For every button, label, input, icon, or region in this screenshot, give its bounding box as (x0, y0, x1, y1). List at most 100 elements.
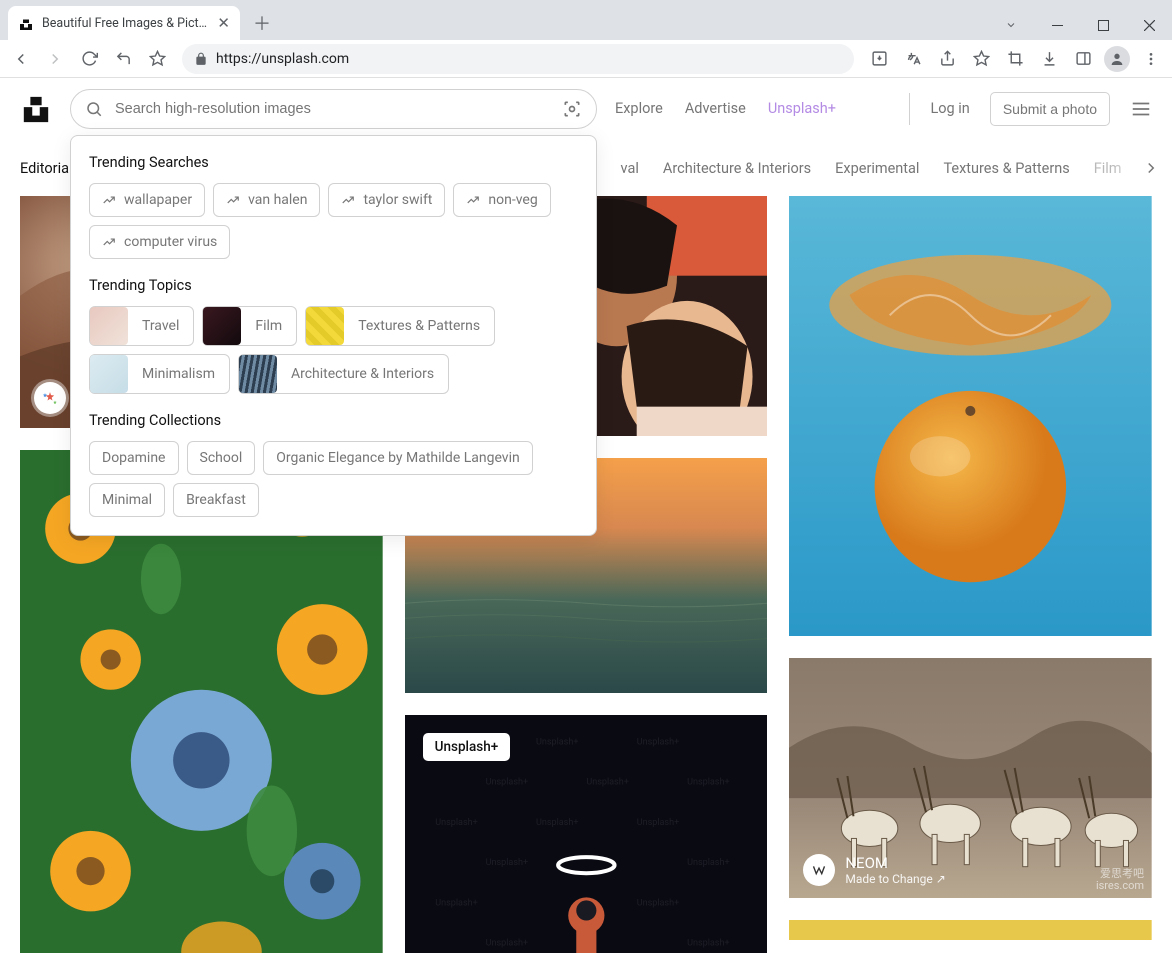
hamburger-menu-icon[interactable] (1130, 98, 1152, 120)
trending-searches-section: Trending Searches wallapaper van halen t… (89, 154, 578, 259)
trending-searches-chips: wallapaper van halen taylor swift non-ve… (89, 183, 578, 259)
svg-text:Unsplash+: Unsplash+ (687, 858, 730, 868)
login-link[interactable]: Log in (930, 100, 969, 117)
browser-tab[interactable]: Beautiful Free Images & Pictur ✕ (8, 6, 240, 40)
bookmark-star-button[interactable] (142, 44, 172, 74)
nav-advertise[interactable]: Advertise (685, 100, 746, 117)
url-text: https://unsplash.com (216, 51, 349, 67)
svg-text:Unsplash+: Unsplash+ (536, 818, 579, 828)
attribution: NEOM Made to Change ↗ (803, 854, 945, 886)
unsplash-logo-icon[interactable] (20, 93, 52, 125)
chip-travel[interactable]: Travel (89, 306, 194, 346)
svg-text:Unsplash+: Unsplash+ (485, 858, 528, 868)
install-app-icon[interactable] (864, 44, 894, 74)
search-input[interactable] (115, 101, 550, 117)
tile-oryx[interactable]: NEOM Made to Change ↗ 爱思考吧 isres.com (789, 658, 1152, 898)
chip-textures[interactable]: Textures & Patterns (305, 306, 495, 346)
minimize-button[interactable] (1034, 10, 1080, 40)
svg-text:Unsplash+: Unsplash+ (636, 737, 679, 747)
svg-text:Unsplash+: Unsplash+ (586, 778, 629, 788)
chip-minimal[interactable]: Minimal (89, 483, 165, 517)
page-content: Trending Searches wallapaper van halen t… (0, 78, 1172, 953)
plus-badge-icon (34, 382, 66, 414)
svg-text:Unsplash+: Unsplash+ (687, 939, 730, 949)
star-icon[interactable] (966, 44, 996, 74)
plus-overlay-badge: Unsplash+ (423, 733, 511, 761)
topics-scroll-right-button[interactable] (1112, 140, 1172, 196)
chip-breakfast[interactable]: Breakfast (173, 483, 259, 517)
topic-textures[interactable]: Textures & Patterns (943, 160, 1069, 177)
tab-close-icon[interactable]: ✕ (217, 16, 230, 31)
nav-unsplash-plus[interactable]: Unsplash+ (768, 100, 836, 117)
svg-text:Unsplash+: Unsplash+ (536, 737, 579, 747)
submit-photo-button[interactable]: Submit a photo (990, 92, 1110, 126)
attrib-title: NEOM (845, 854, 945, 872)
topic-editorial[interactable]: Editorial (20, 160, 73, 177)
header-nav: Explore Advertise Unsplash+ (615, 100, 836, 117)
trending-topics-title: Trending Topics (89, 277, 578, 294)
svg-text:Unsplash+: Unsplash+ (636, 898, 679, 908)
download-icon[interactable] (1034, 44, 1064, 74)
back-button[interactable] (6, 44, 36, 74)
svg-text:Unsplash+: Unsplash+ (435, 898, 478, 908)
header-right: Log in Submit a photo (909, 92, 1152, 126)
chip-architecture[interactable]: Architecture & Interiors (238, 354, 449, 394)
chip-wallapaper[interactable]: wallapaper (89, 183, 205, 217)
visual-search-icon[interactable] (562, 99, 582, 119)
gallery-col-3: NEOM Made to Change ↗ 爱思考吧 isres.com (789, 196, 1152, 953)
trending-collections-title: Trending Collections (89, 412, 578, 429)
neom-avatar-icon (803, 854, 835, 886)
search-container: Trending Searches wallapaper van halen t… (70, 89, 597, 129)
topic-partial[interactable]: val (621, 160, 639, 177)
chip-organic-elegance[interactable]: Organic Elegance by Mathilde Langevin (263, 441, 533, 475)
topic-architecture[interactable]: Architecture & Interiors (663, 160, 811, 177)
site-header: Trending Searches wallapaper van halen t… (0, 78, 1172, 140)
search-box[interactable] (70, 89, 597, 129)
unsplash-favicon-icon (18, 15, 34, 31)
chip-school[interactable]: School (187, 441, 256, 475)
tile-orange[interactable] (789, 196, 1152, 636)
svg-text:Unsplash+: Unsplash+ (687, 778, 730, 788)
kebab-menu-icon[interactable] (1136, 44, 1166, 74)
nav-explore[interactable]: Explore (615, 100, 663, 117)
chevron-down-icon[interactable] (988, 10, 1034, 40)
chip-van-halen[interactable]: van halen (213, 183, 320, 217)
profile-button[interactable] (1102, 44, 1132, 74)
share-icon[interactable] (932, 44, 962, 74)
tile-yellow[interactable] (789, 920, 1152, 940)
reload-button[interactable] (74, 44, 104, 74)
close-window-button[interactable] (1126, 10, 1172, 40)
chip-minimalism[interactable]: Minimalism (89, 354, 230, 394)
new-tab-button[interactable]: ＋ (248, 9, 276, 37)
undo-button[interactable] (108, 44, 138, 74)
translate-icon[interactable] (898, 44, 928, 74)
forward-button[interactable] (40, 44, 70, 74)
chip-taylor-swift[interactable]: taylor swift (328, 183, 445, 217)
tab-strip: Beautiful Free Images & Pictur ✕ ＋ (0, 0, 1172, 40)
browser-chrome: Beautiful Free Images & Pictur ✕ ＋ https… (0, 0, 1172, 78)
window-controls (988, 10, 1172, 40)
crop-icon[interactable] (1000, 44, 1030, 74)
svg-text:Unsplash+: Unsplash+ (485, 778, 528, 788)
svg-text:Unsplash+: Unsplash+ (636, 818, 679, 828)
chip-film[interactable]: Film (202, 306, 297, 346)
svg-text:Unsplash+: Unsplash+ (485, 939, 528, 949)
tile-astronaut[interactable]: Unsplash+ Unsplash+ Unsplash+ Unsplash+ Uns… (405, 715, 768, 953)
chip-computer-virus[interactable]: computer virus (89, 225, 230, 259)
sidepanel-icon[interactable] (1068, 44, 1098, 74)
topic-experimental[interactable]: Experimental (835, 160, 919, 177)
tab-title: Beautiful Free Images & Pictur (42, 16, 209, 31)
attrib-sub: Made to Change ↗ (845, 872, 945, 886)
lock-icon (194, 52, 208, 66)
svg-text:Unsplash+: Unsplash+ (435, 818, 478, 828)
watermark: 爱思考吧 isres.com (1096, 868, 1144, 892)
chip-non-veg[interactable]: non-veg (453, 183, 550, 217)
trending-topics-section: Trending Topics Travel Film Textures & P… (89, 277, 578, 394)
chip-dopamine[interactable]: Dopamine (89, 441, 179, 475)
divider (909, 93, 910, 125)
search-icon (85, 100, 103, 118)
trending-collections-section: Trending Collections Dopamine School Org… (89, 412, 578, 517)
maximize-button[interactable] (1080, 10, 1126, 40)
trending-topics-chips: Travel Film Textures & Patterns Minimali… (89, 306, 578, 394)
address-bar[interactable]: https://unsplash.com (182, 44, 854, 74)
